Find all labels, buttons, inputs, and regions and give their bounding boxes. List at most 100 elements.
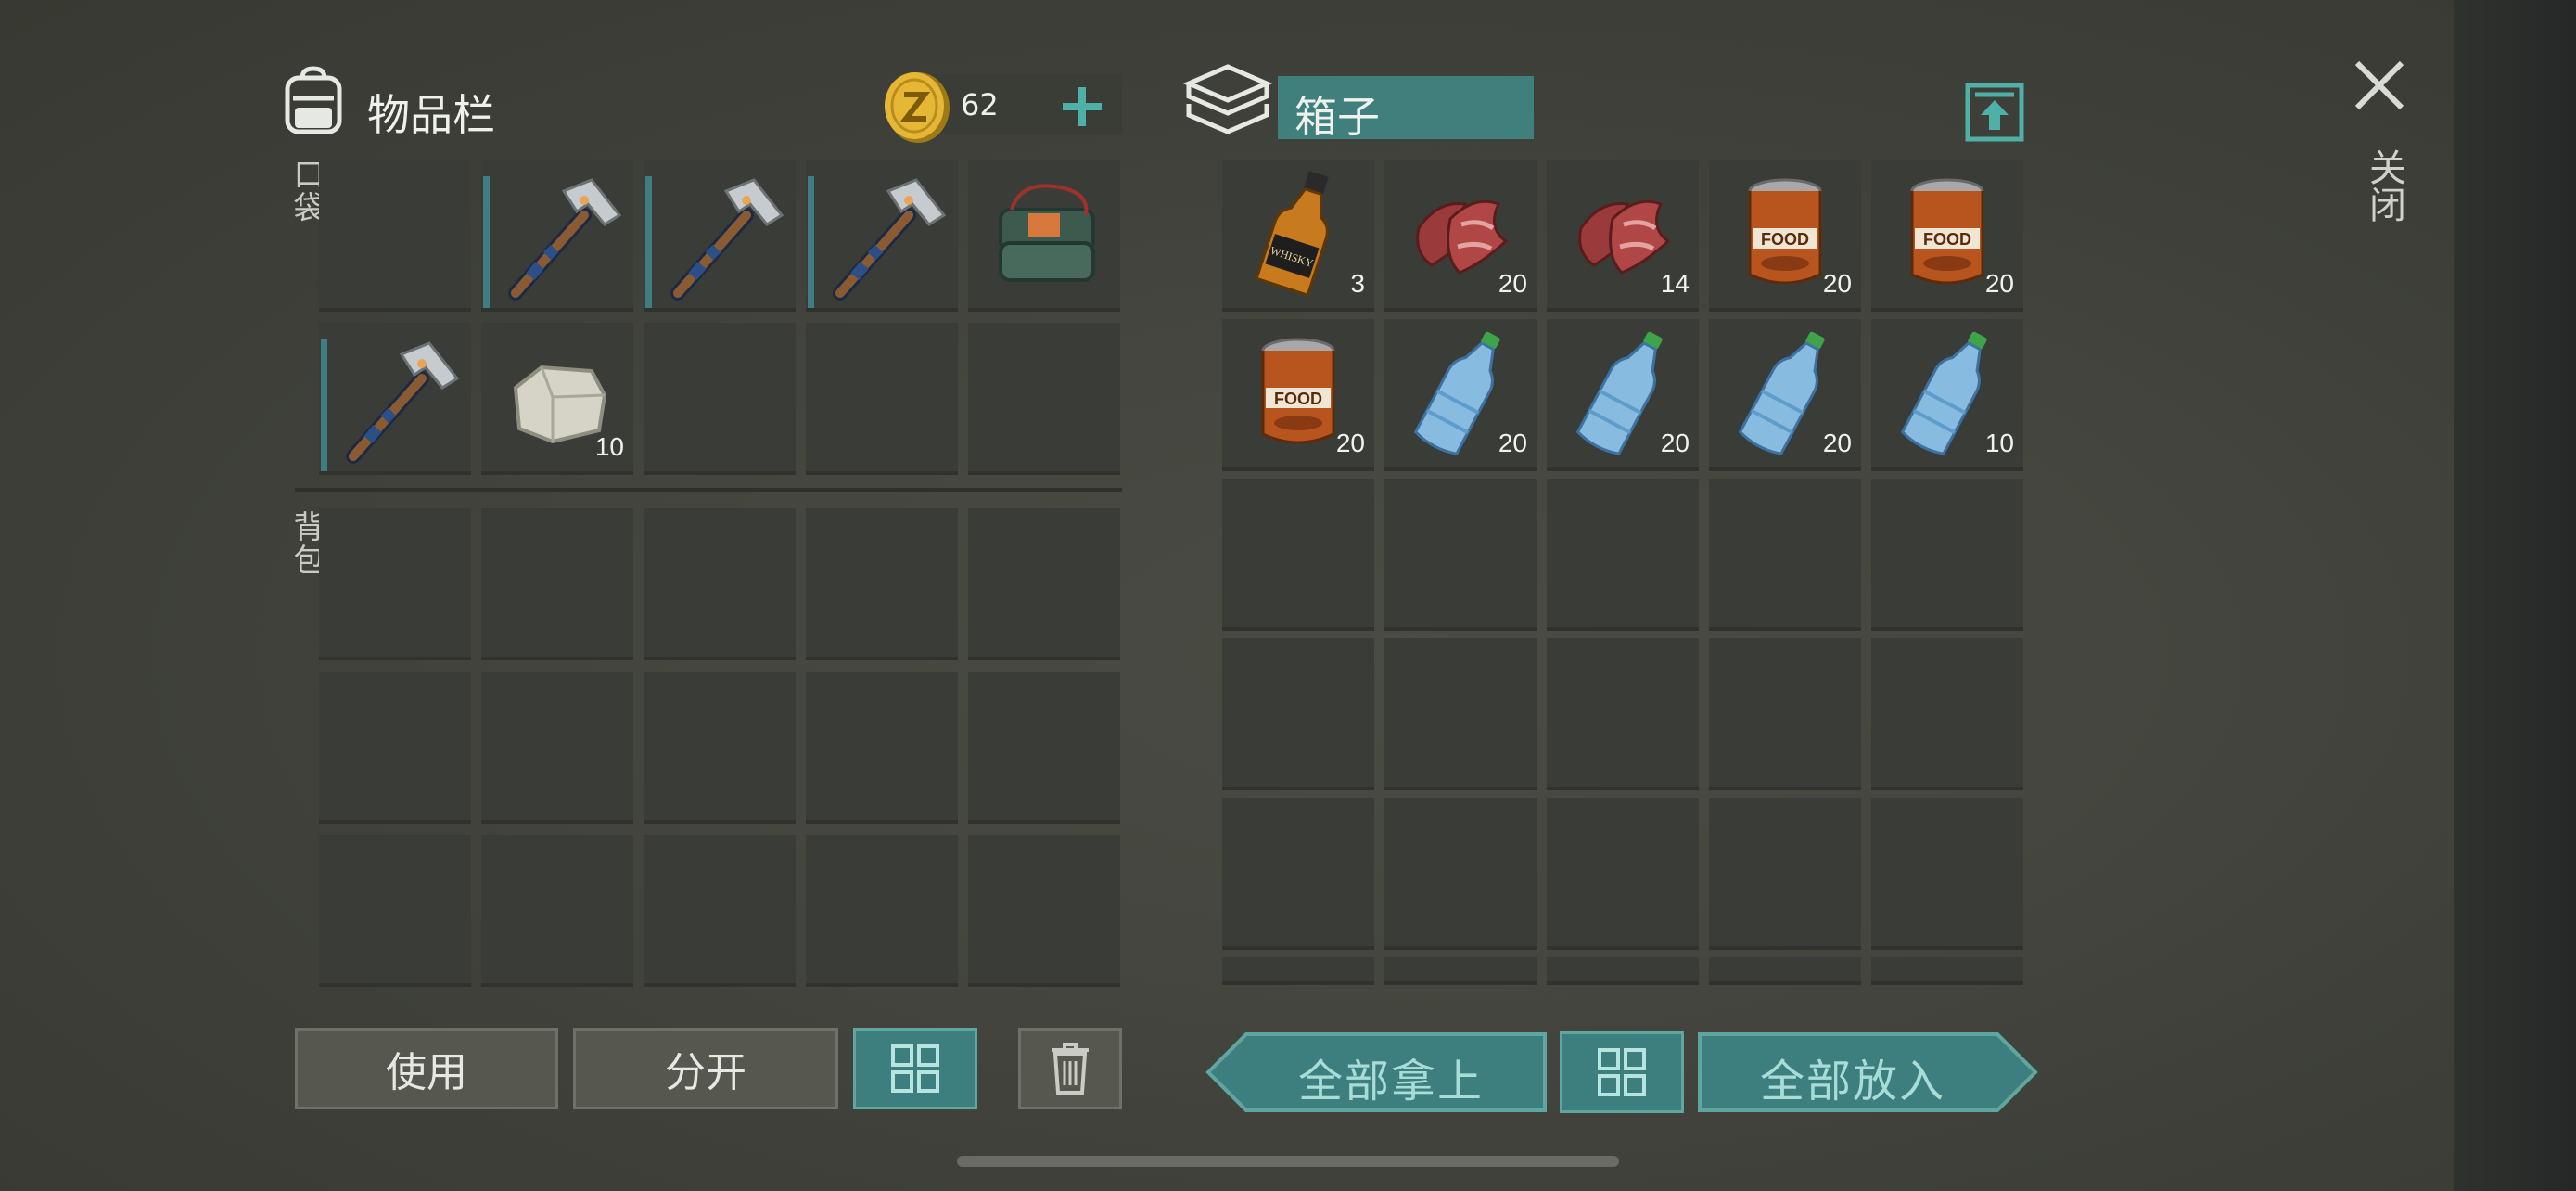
pocket-slot[interactable] xyxy=(644,160,796,312)
box-slot[interactable] xyxy=(1222,957,1374,985)
box-slot[interactable] xyxy=(1871,479,2023,631)
backpack-icon xyxy=(280,65,347,135)
upload-icon[interactable] xyxy=(1964,82,2025,143)
coin-icon xyxy=(879,67,953,145)
pocket-slot[interactable] xyxy=(319,160,471,312)
box-slot[interactable] xyxy=(1384,957,1537,985)
item-quantity: 20 xyxy=(1335,429,1365,457)
backpack-slot[interactable] xyxy=(644,508,796,660)
box-slot[interactable]: 20 xyxy=(1384,319,1537,471)
svg-text:FOOD: FOOD xyxy=(1923,230,1971,249)
pocket-slot[interactable] xyxy=(968,323,1120,475)
backpack-slot[interactable] xyxy=(806,508,958,660)
pickaxe-icon xyxy=(325,327,465,469)
box-stack-icon xyxy=(1183,59,1272,141)
box-slot[interactable] xyxy=(1709,638,1861,790)
backpack-slot[interactable] xyxy=(319,672,471,824)
section-divider xyxy=(295,488,1122,492)
box-slot[interactable] xyxy=(1222,479,1374,631)
close-label[interactable]: 关闭 xyxy=(2357,148,2411,223)
take-all-label: 全部拿上 xyxy=(1298,1056,1485,1108)
box-slot[interactable]: 20 xyxy=(1384,160,1537,312)
sort-button-box[interactable] xyxy=(1560,1031,1684,1113)
svg-text:FOOD: FOOD xyxy=(1274,390,1322,408)
grid-sort-icon xyxy=(891,1044,939,1093)
grid-sort-icon xyxy=(1598,1048,1646,1096)
home-indicator xyxy=(957,1156,1619,1167)
backpack-slot[interactable] xyxy=(968,672,1120,824)
pocket-slot[interactable] xyxy=(481,160,633,312)
item-quantity: 20 xyxy=(1822,429,1852,457)
svg-text:FOOD: FOOD xyxy=(1761,230,1809,249)
use-button[interactable]: 使用 xyxy=(295,1028,558,1109)
sort-button-inventory[interactable] xyxy=(853,1028,977,1109)
backpack-slot[interactable] xyxy=(481,672,633,824)
box-slot[interactable]: FOOD 20 xyxy=(1709,160,1861,312)
split-button[interactable]: 分开 xyxy=(573,1028,838,1109)
put-all-label: 全部放入 xyxy=(1760,1056,1946,1108)
coin-count: 62 xyxy=(961,87,999,122)
pocket-slot[interactable] xyxy=(968,160,1120,312)
box-slot[interactable] xyxy=(1547,798,1699,950)
box-slot[interactable] xyxy=(1222,638,1374,790)
box-slot[interactable] xyxy=(1709,957,1861,985)
box-slot[interactable]: FOOD 20 xyxy=(1222,319,1374,471)
box-slot[interactable] xyxy=(1222,798,1374,950)
box-slot[interactable] xyxy=(1871,957,2023,985)
box-slot[interactable] xyxy=(1709,479,1861,631)
backpack-slot[interactable] xyxy=(319,835,471,987)
box-slot[interactable] xyxy=(1709,798,1861,950)
item-quantity: 20 xyxy=(1822,269,1852,298)
backpack-slot[interactable] xyxy=(968,835,1120,987)
split-button-label: 分开 xyxy=(665,1049,746,1096)
pocket-slot[interactable] xyxy=(806,160,958,312)
pickaxe-icon xyxy=(488,163,627,306)
backpack-slot[interactable] xyxy=(806,672,958,824)
box-slot[interactable]: 14 xyxy=(1547,160,1699,312)
take-all-button[interactable]: 全部拿上 xyxy=(1205,1031,1547,1113)
box-slot[interactable] xyxy=(1547,479,1699,631)
box-slot[interactable] xyxy=(1547,957,1699,985)
c4-explosive-icon xyxy=(975,163,1114,306)
close-icon[interactable] xyxy=(2352,58,2407,113)
pickaxe-icon xyxy=(812,163,951,306)
trash-button[interactable] xyxy=(1018,1028,1122,1109)
put-all-button[interactable]: 全部放入 xyxy=(1697,1031,2038,1113)
pocket-slot[interactable] xyxy=(319,323,471,475)
backpack-slot[interactable] xyxy=(481,508,633,660)
trash-icon xyxy=(1052,1043,1089,1095)
box-slot[interactable] xyxy=(1547,638,1699,790)
item-quantity: 20 xyxy=(1984,269,2014,298)
add-coins-button[interactable] xyxy=(1059,83,1105,130)
backpack-slot[interactable] xyxy=(644,835,796,987)
item-quantity: 20 xyxy=(1660,429,1690,457)
pickaxe-icon xyxy=(650,163,789,306)
pocket-slot[interactable] xyxy=(644,323,796,475)
whiskey-icon: WHISKY xyxy=(1229,163,1368,306)
inventory-title: 物品栏 xyxy=(367,90,495,140)
item-quantity: 20 xyxy=(1498,269,1527,298)
item-quantity: 3 xyxy=(1350,269,1365,298)
item-quantity: 10 xyxy=(1984,429,2014,457)
box-slot[interactable] xyxy=(1871,798,2023,950)
backpack-slot[interactable] xyxy=(644,672,796,824)
backpack-slot[interactable] xyxy=(481,835,633,987)
box-slot[interactable]: FOOD 20 xyxy=(1871,160,2023,312)
box-slot[interactable]: 10 xyxy=(1871,319,2023,471)
box-slot[interactable]: 20 xyxy=(1709,319,1861,471)
box-slot[interactable] xyxy=(1384,798,1537,950)
backpack-slot[interactable] xyxy=(319,508,471,660)
box-slot[interactable] xyxy=(1871,638,2023,790)
box-slot[interactable] xyxy=(1384,479,1537,631)
box-slot[interactable] xyxy=(1384,638,1537,790)
item-quantity: 20 xyxy=(1498,429,1527,457)
backpack-slot[interactable] xyxy=(806,835,958,987)
box-title: 箱子 xyxy=(1294,92,1380,142)
pocket-slot[interactable] xyxy=(806,323,958,475)
backpack-slot[interactable] xyxy=(968,508,1120,660)
right-edge-panel xyxy=(2454,0,2576,1191)
box-slot[interactable]: WHISKY 3 xyxy=(1222,160,1374,312)
pocket-slot[interactable]: 10 xyxy=(481,323,633,475)
box-slot[interactable]: 20 xyxy=(1547,319,1699,471)
use-button-label: 使用 xyxy=(386,1049,467,1096)
